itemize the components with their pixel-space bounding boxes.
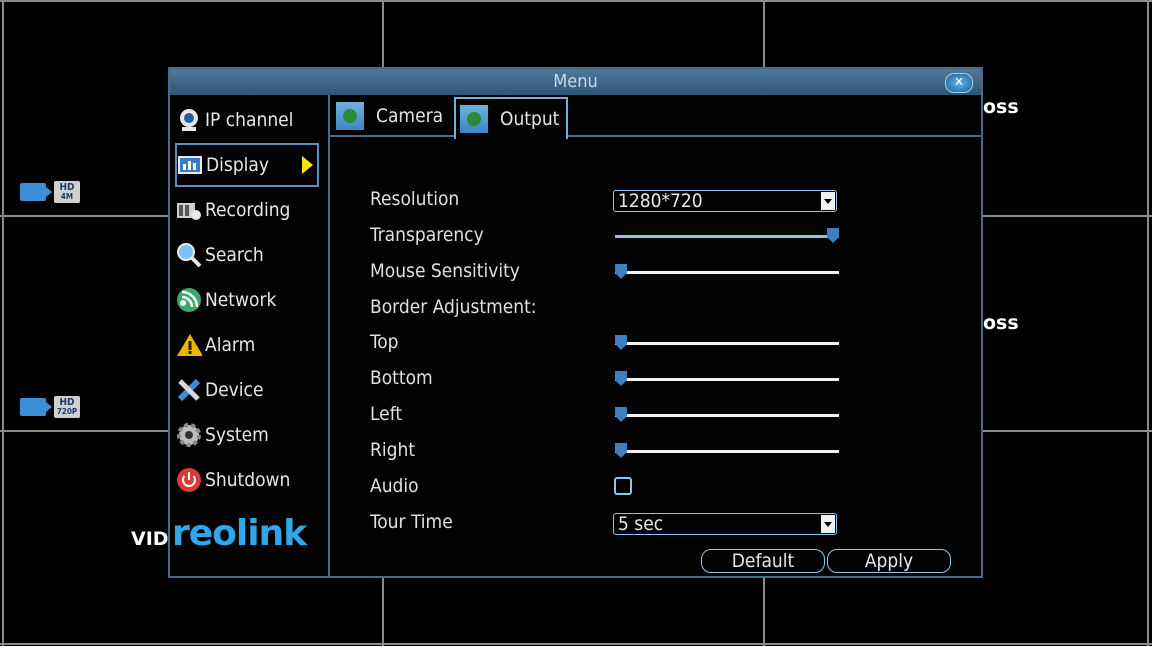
transparency-label: Transparency: [370, 224, 484, 246]
output-settings-icon: [460, 105, 488, 133]
right-slider[interactable]: [615, 443, 839, 459]
audio-label: Audio: [370, 475, 419, 497]
resolution-text: 4M: [60, 192, 74, 201]
slider-track: [615, 378, 839, 381]
left-slider[interactable]: [615, 407, 839, 423]
hd-text: HD: [59, 397, 75, 408]
slider-thumb[interactable]: [827, 228, 839, 243]
transparency-slider[interactable]: [615, 228, 839, 244]
chevron-down-icon[interactable]: [821, 515, 835, 533]
sidebar-item-label: System: [205, 424, 269, 446]
top-label: Top: [370, 331, 399, 353]
mouse-sensitivity-slider[interactable]: [615, 264, 839, 280]
tab-label: Output: [500, 108, 560, 130]
menu-dialog: Menu ✕ IP channel Display Recording Sear…: [168, 67, 983, 578]
border-adjustment-label: Border Adjustment:: [370, 296, 537, 318]
chevron-down-icon[interactable]: [821, 192, 835, 210]
sidebar-item-label: Network: [205, 289, 277, 311]
sidebar-item-ip-channel[interactable]: IP channel: [176, 101, 318, 139]
sidebar-item-label: Alarm: [205, 334, 256, 356]
resolution-select[interactable]: 1280*720: [613, 190, 837, 212]
hd-label: HD 4M: [54, 181, 80, 203]
tab-bar: Camera Output: [330, 95, 981, 139]
gear-icon: [176, 422, 202, 448]
left-label: Left: [370, 403, 403, 425]
slider-track: [615, 450, 839, 453]
tab-label: Camera: [376, 105, 444, 127]
top-slider[interactable]: [615, 335, 839, 351]
slider-track: [615, 414, 839, 417]
apply-button[interactable]: Apply: [827, 549, 951, 573]
hd-label: HD 720P: [54, 396, 80, 418]
webcam-icon: [176, 107, 202, 133]
tour-time-value: 5 sec: [618, 513, 664, 535]
warning-icon: [176, 332, 202, 358]
dialog-title: Menu: [553, 71, 598, 92]
resolution-text: 720P: [56, 407, 78, 416]
sidebar-item-network[interactable]: Network: [176, 281, 318, 319]
sidebar-item-device[interactable]: Device: [176, 371, 318, 409]
audio-checkbox[interactable]: [614, 477, 632, 495]
sidebar-item-label: Recording: [205, 199, 291, 221]
display-icon: [177, 152, 203, 178]
hd-camera-badge: HD 720P: [20, 396, 80, 418]
slider-thumb[interactable]: [615, 407, 627, 422]
hd-camera-badge: HD 4M: [20, 181, 80, 203]
tools-icon: [176, 377, 202, 403]
sidebar-item-label: Shutdown: [205, 469, 291, 491]
slider-thumb[interactable]: [615, 264, 627, 279]
sidebar-item-system[interactable]: System: [176, 416, 318, 454]
slider-track: [615, 235, 839, 238]
channel-overlay-text: oss: [980, 94, 1022, 120]
slider-thumb[interactable]: [615, 443, 627, 458]
search-icon: [176, 242, 202, 268]
default-button[interactable]: Default: [701, 549, 825, 573]
sidebar-item-search[interactable]: Search: [176, 236, 318, 274]
resolution-value: 1280*720: [618, 190, 703, 212]
slider-track: [615, 271, 839, 274]
channel-overlay-text: VID: [128, 526, 172, 552]
grid-line: [1147, 0, 1149, 646]
channel-overlay-text: oss: [980, 310, 1022, 336]
bottom-label: Bottom: [370, 367, 433, 389]
close-button[interactable]: ✕: [945, 73, 973, 93]
sidebar-item-label: Device: [205, 379, 264, 401]
sidebar-item-alarm[interactable]: Alarm: [176, 326, 318, 364]
tab-output[interactable]: Output: [454, 97, 568, 139]
right-label: Right: [370, 439, 416, 461]
grid-line: [2, 0, 4, 646]
sidebar-item-label: Search: [205, 244, 264, 266]
recording-icon: [176, 197, 202, 223]
tour-time-label: Tour Time: [370, 511, 453, 533]
power-icon: [176, 467, 202, 493]
brand-logo: reolink: [172, 513, 307, 554]
bottom-slider[interactable]: [615, 371, 839, 387]
active-arrow-icon: [302, 156, 313, 174]
sidebar-item-recording[interactable]: Recording: [176, 191, 318, 229]
sidebar-item-shutdown[interactable]: Shutdown: [176, 461, 318, 499]
network-icon: [176, 287, 202, 313]
grid-line: [0, 643, 1152, 645]
sidebar: IP channel Display Recording Search Netw…: [170, 95, 330, 576]
resolution-label: Resolution: [370, 188, 460, 210]
grid-line: [0, 0, 1152, 2]
tab-camera[interactable]: Camera: [332, 97, 452, 135]
camera-settings-icon: [336, 102, 364, 130]
slider-thumb[interactable]: [615, 371, 627, 386]
slider-thumb[interactable]: [615, 335, 627, 350]
dialog-titlebar[interactable]: Menu ✕: [170, 69, 981, 95]
camera-icon: [20, 398, 52, 416]
hd-text: HD: [59, 182, 75, 193]
sidebar-item-label: Display: [206, 154, 270, 176]
sidebar-item-label: IP channel: [205, 109, 294, 131]
sidebar-item-display[interactable]: Display: [175, 143, 319, 187]
tour-time-select[interactable]: 5 sec: [613, 513, 837, 535]
mouse-sensitivity-label: Mouse Sensitivity: [370, 260, 520, 282]
camera-icon: [20, 183, 52, 201]
slider-track: [615, 342, 839, 345]
